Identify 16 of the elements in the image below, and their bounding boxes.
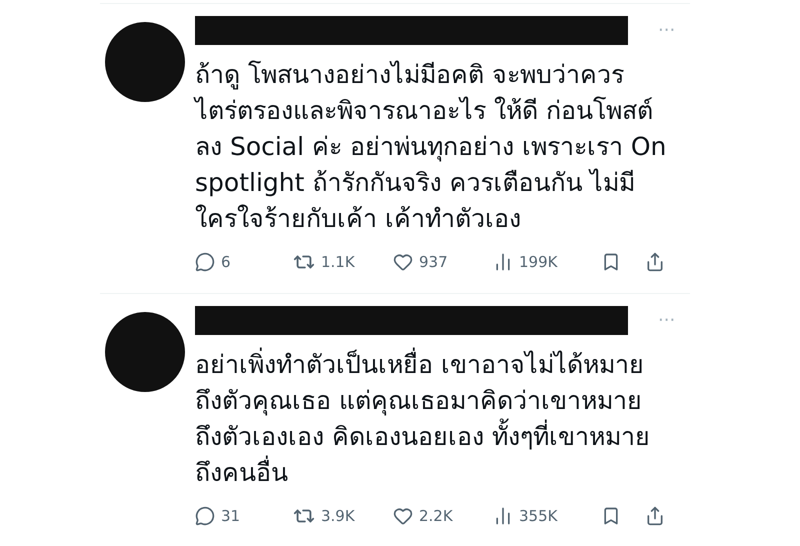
views-button[interactable]: 355K: [493, 505, 601, 528]
tweet-text: ถ้าดู โพสนางอย่างไม่มีอคติ จะพบว่าควร ไตร่ตรองและพิจารณาอะไร ให้ดี ก่อนโพสต์ ลง Social ค่ะ อย่าพ่นทุกอย่าง เพราะเรา On spotlight ถ้ารักกันจริง ควรเตือนกัน ไม่มี ใครใจร้ายกับเค้า เค้าทำตัวเอง: [195, 59, 668, 235]
reply-button[interactable]: 6: [195, 251, 293, 274]
reply-icon: [195, 506, 215, 526]
repost-button[interactable]: 3.9K: [293, 505, 393, 528]
tweet-text: อย่าเพิ่งทำตัวเป็นเหยื่อ เขาอาจไม่ได้หมาย ถึงตัวคุณเธอ แต่คุณเธอมาคิดว่าเขาหมาย ถึงตัวเองเอง คิดเองนอยเอง ทั้งๆที่เขาหมาย ถึงคนอื่น: [195, 347, 685, 491]
like-button[interactable]: 937: [393, 251, 493, 274]
reply-icon: [195, 252, 215, 272]
like-icon: [393, 506, 413, 526]
views-button[interactable]: 199K: [493, 251, 601, 274]
reply-button[interactable]: 31: [195, 505, 293, 528]
repost-button[interactable]: 1.1K: [293, 251, 393, 274]
share-button[interactable]: [645, 252, 665, 272]
like-icon: [393, 252, 413, 272]
like-button[interactable]: 2.2K: [393, 505, 493, 528]
share-button[interactable]: [645, 506, 665, 526]
